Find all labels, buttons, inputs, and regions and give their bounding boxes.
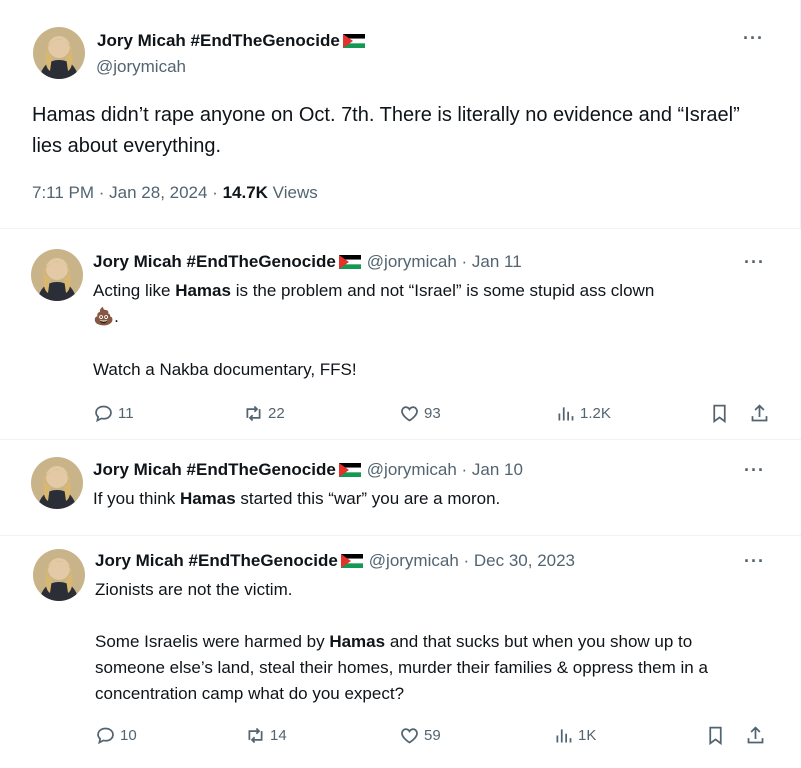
- views-count: 1K: [578, 726, 597, 744]
- action-bar: 11 22 93 1.2K: [93, 398, 773, 428]
- reply-tweet[interactable]: Jory Micah #EndTheGenocide @jorymicah · …: [0, 440, 801, 535]
- display-name[interactable]: Jory Micah #EndTheGenocide: [97, 31, 365, 51]
- views-button[interactable]: 1.2K: [555, 403, 611, 424]
- reply-button[interactable]: 11: [93, 403, 134, 424]
- like-button[interactable]: 93: [399, 403, 441, 424]
- bookmark-icon: [713, 404, 726, 423]
- like-button[interactable]: 59: [399, 725, 441, 746]
- repost-button[interactable]: 14: [245, 725, 287, 746]
- palestine-flag-icon: [340, 554, 363, 568]
- share-icon: [751, 403, 768, 421]
- like-count: 59: [424, 726, 441, 744]
- handle-and-date[interactable]: @jorymicah · Jan 10: [367, 460, 523, 480]
- reply-tweet[interactable]: Jory Micah #EndTheGenocide @jorymicah · …: [0, 232, 801, 440]
- palestine-flag-icon: [338, 255, 361, 269]
- timestamp[interactable]: 7:11 PM · Jan 28, 2024 ·: [32, 183, 223, 202]
- display-name[interactable]: Jory Micah #EndTheGenocide: [95, 551, 363, 571]
- reply-button[interactable]: 10: [95, 725, 137, 746]
- avatar[interactable]: [33, 549, 85, 601]
- tweet-text-2: Some Israelis were harmed by Hamas and t…: [95, 632, 708, 703]
- bookmark-icon: [709, 726, 722, 745]
- avatar[interactable]: [33, 27, 85, 79]
- like-count: 93: [424, 404, 441, 422]
- bookmark-button[interactable]: [705, 725, 726, 746]
- tweet-text: If you think Hamas started this “war” yo…: [93, 489, 501, 508]
- repost-count: 14: [270, 726, 287, 744]
- reply-count: 11: [118, 404, 134, 422]
- reply-tweet[interactable]: Jory Micah #EndTheGenocide @jorymicah · …: [0, 535, 801, 768]
- bold-word: Hamas: [329, 632, 386, 651]
- repost-icon: [248, 727, 263, 743]
- user-handle[interactable]: @jorymicah: [96, 57, 186, 77]
- views-count: 14.7K: [222, 183, 268, 202]
- reply-count: 10: [120, 726, 137, 744]
- display-name[interactable]: Jory Micah #EndTheGenocide: [93, 460, 361, 480]
- display-name[interactable]: Jory Micah #EndTheGenocide: [93, 252, 361, 272]
- share-button[interactable]: [749, 403, 770, 424]
- palestine-flag-icon: [342, 34, 365, 48]
- tweet-text: Hamas didn’t rape anyone on Oct. 7th. Th…: [32, 104, 740, 157]
- more-options-icon[interactable]: ···: [743, 28, 764, 49]
- more-options-icon[interactable]: ···: [744, 460, 765, 481]
- avatar[interactable]: [31, 457, 83, 509]
- bold-word: Hamas: [179, 489, 236, 508]
- like-icon: [401, 405, 418, 422]
- palestine-flag-icon: [338, 463, 361, 477]
- like-icon: [401, 727, 418, 744]
- handle-and-date[interactable]: @jorymicah · Jan 11: [367, 252, 522, 272]
- tweet-text: Zionists are not the victim.: [95, 580, 293, 599]
- handle-and-date[interactable]: @jorymicah · Dec 30, 2023: [369, 551, 575, 571]
- share-button[interactable]: [745, 725, 766, 746]
- reply-icon: [97, 727, 114, 744]
- more-options-icon[interactable]: ···: [744, 252, 765, 273]
- views-icon: [558, 406, 574, 420]
- bookmark-button[interactable]: [709, 403, 730, 424]
- tweet-text: Acting like Hamas is the problem and not…: [93, 281, 655, 326]
- views-count: 1.2K: [580, 404, 611, 422]
- tweet-text-2: Watch a Nakba documentary, FFS!: [93, 360, 357, 379]
- bold-word: Hamas: [175, 281, 231, 300]
- views-label: Views: [267, 183, 318, 202]
- repost-count: 22: [268, 404, 285, 422]
- share-icon: [747, 725, 764, 743]
- views-button[interactable]: 1K: [553, 725, 596, 746]
- repost-button[interactable]: 22: [243, 403, 285, 424]
- action-bar: 10 14 59 1K: [95, 720, 775, 750]
- repost-icon: [246, 405, 261, 421]
- reply-icon: [95, 405, 112, 422]
- views-icon: [556, 728, 572, 742]
- main-tweet: Jory Micah #EndTheGenocide @jorymicah ··…: [0, 0, 801, 229]
- avatar[interactable]: [31, 249, 83, 301]
- more-options-icon[interactable]: ···: [744, 551, 765, 572]
- tweet-timestamp: 7:11 PM · Jan 28, 2024 · 14.7K Views: [32, 183, 318, 203]
- pile-of-poo-emoji: 💩: [93, 307, 115, 326]
